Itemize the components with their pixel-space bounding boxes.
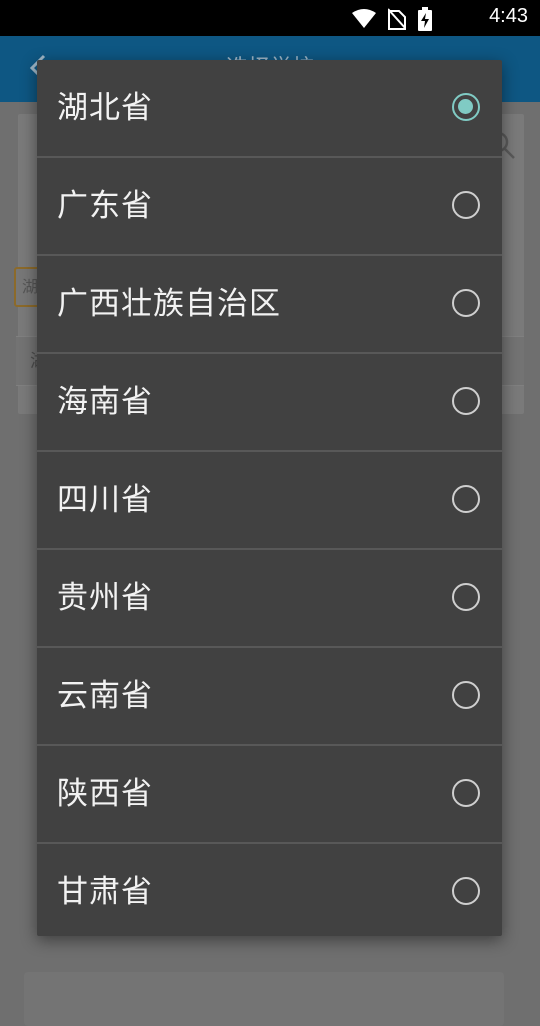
no-sim-icon: [388, 8, 406, 30]
province-option[interactable]: 四川省: [37, 452, 502, 550]
province-option-label: 四川省: [57, 482, 153, 518]
radio-unchecked-icon[interactable]: [452, 877, 480, 905]
radio-dot: [458, 99, 473, 114]
radio-unchecked-icon[interactable]: [452, 583, 480, 611]
battery-charging-icon: [418, 7, 432, 31]
status-time: 4:43: [489, 5, 528, 27]
wifi-icon: [352, 9, 376, 29]
radio-unchecked-icon[interactable]: [452, 485, 480, 513]
province-option-label: 云南省: [57, 678, 153, 714]
province-option[interactable]: 广西壮族自治区: [37, 256, 502, 354]
province-option-label: 贵州省: [57, 580, 153, 616]
province-option-label: 湖北省: [57, 90, 153, 126]
option-list: 湖北省广东省广西壮族自治区 海南省四川省贵州省云南省陕西省甘肃省: [37, 60, 502, 936]
province-option-label: 广东省: [57, 188, 153, 224]
status-icons: [352, 7, 432, 31]
province-option-label: 海南省: [57, 384, 153, 420]
radio-unchecked-icon[interactable]: [452, 779, 480, 807]
province-picker-dialog: 湖北省广东省广西壮族自治区 海南省四川省贵州省云南省陕西省甘肃省: [37, 60, 502, 936]
province-option-label: 甘肃省: [57, 874, 153, 910]
province-option[interactable]: 甘肃省: [37, 844, 502, 936]
radio-unchecked-icon[interactable]: [452, 289, 480, 317]
radio-unchecked-icon[interactable]: [452, 191, 480, 219]
province-option[interactable]: 湖北省: [37, 60, 502, 158]
province-option-label: 陕西省: [57, 776, 153, 812]
province-option[interactable]: 云南省: [37, 648, 502, 746]
radio-checked-icon[interactable]: [452, 93, 480, 121]
province-option-label: 广西壮族自治区: [57, 286, 281, 322]
radio-unchecked-icon[interactable]: [452, 387, 480, 415]
radio-unchecked-icon[interactable]: [452, 681, 480, 709]
province-option[interactable]: 陕西省: [37, 746, 502, 844]
bottom-card: [24, 972, 504, 1026]
province-option[interactable]: 贵州省: [37, 550, 502, 648]
province-option[interactable]: 海南省: [37, 354, 502, 452]
province-option[interactable]: 广东省: [37, 158, 502, 256]
status-bar: 4:43: [0, 0, 540, 36]
